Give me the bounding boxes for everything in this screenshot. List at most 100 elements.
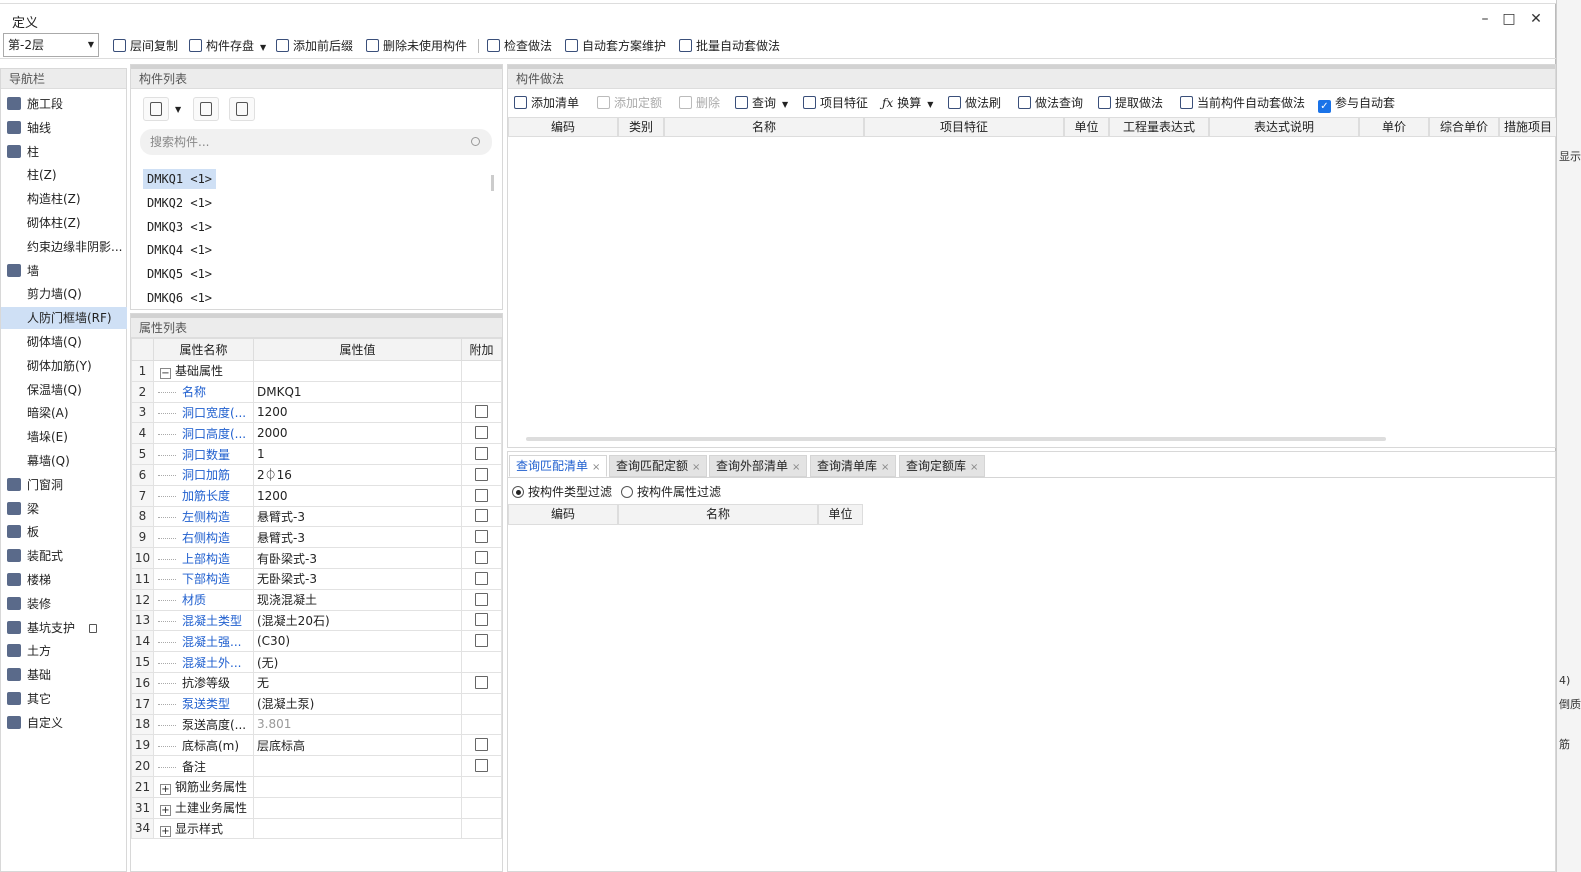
nav-item[interactable]: 自定义 <box>1 712 127 734</box>
collapse-icon[interactable]: − <box>160 368 171 380</box>
delete-component-button[interactable] <box>229 97 255 121</box>
add-bill-button[interactable]: 添加清单 <box>514 93 579 113</box>
extra-checkbox[interactable] <box>475 675 488 689</box>
property-group[interactable]: + 土建业务属性 <box>153 796 254 819</box>
method-column-header[interactable]: 工程量表达式 <box>1109 117 1209 137</box>
component-item[interactable]: DMKQ5 <1> <box>143 264 216 284</box>
method-column-header[interactable]: 项目特征 <box>864 117 1064 137</box>
property-value[interactable]: DMKQ1 <box>253 380 462 403</box>
query-column-header[interactable]: 单位 <box>818 504 863 525</box>
extra-checkbox[interactable] <box>475 488 488 502</box>
method-column-header[interactable]: 单位 <box>1064 117 1109 137</box>
property-value[interactable]: (混凝土泵) <box>253 692 462 715</box>
close-tab-icon[interactable]: × <box>970 462 978 473</box>
nav-item[interactable]: 板 <box>1 521 127 543</box>
floor-select[interactable]: 第-2层 ▼ <box>3 33 99 57</box>
extra-checkbox[interactable] <box>475 571 488 585</box>
query-tab[interactable]: 查询匹配清单 × <box>509 455 608 477</box>
nav-item[interactable]: 梁 <box>1 498 127 520</box>
nav-item[interactable]: 装修 <box>1 593 127 615</box>
batch-auto-method-button[interactable]: 批量自动套做法 <box>679 37 780 55</box>
method-column-header[interactable]: 类别 <box>618 117 664 137</box>
check-method-button[interactable]: 检查做法 <box>487 37 552 55</box>
close-button[interactable]: ✕ <box>1527 10 1545 28</box>
expand-icon[interactable]: + <box>160 825 171 837</box>
filter-by-type-radio[interactable]: 按构件类型过滤 <box>512 483 612 500</box>
nav-item[interactable]: 装配式 <box>1 545 127 567</box>
expand-icon[interactable]: + <box>160 805 171 817</box>
property-group[interactable]: + 钢筋业务属性 <box>153 775 254 798</box>
copy-component-button[interactable] <box>193 97 219 121</box>
property-value[interactable] <box>253 817 462 840</box>
nav-item[interactable]: 砌体墙(Q) <box>1 331 127 353</box>
method-column-header[interactable]: 表达式说明 <box>1209 117 1359 137</box>
nav-item[interactable]: 基坑支护 <box>1 617 127 639</box>
extra-checkbox[interactable] <box>475 759 488 773</box>
nav-item[interactable]: 墙垛(E) <box>1 426 127 448</box>
close-tab-icon[interactable]: × <box>881 462 889 473</box>
property-value[interactable]: 2000 <box>253 422 462 445</box>
nav-item[interactable]: 剪力墙(Q) <box>1 283 127 305</box>
extra-checkbox[interactable] <box>475 613 488 627</box>
property-value[interactable] <box>253 360 462 382</box>
convert-button[interactable]: ƒx 换算 ▼ <box>882 93 933 113</box>
method-column-header[interactable]: 单价 <box>1359 117 1429 137</box>
extra-checkbox[interactable] <box>475 467 488 481</box>
query-button[interactable]: 查询 ▼ <box>735 93 788 113</box>
search-icon[interactable] <box>471 137 480 146</box>
query-column-header[interactable]: 编码 <box>508 504 618 525</box>
scrollbar[interactable] <box>491 175 494 191</box>
save-component-button[interactable]: 构件存盘 ▼ <box>189 37 266 55</box>
add-prefix-suffix-button[interactable]: 添加前后缀 <box>276 37 353 55</box>
property-value[interactable]: 2⏀16 <box>253 463 462 486</box>
extra-checkbox[interactable] <box>475 530 488 544</box>
component-item[interactable]: DMKQ1 <1> <box>143 169 217 189</box>
property-value[interactable]: 现浇混凝土 <box>253 588 462 611</box>
auto-match-checkbox[interactable]: ✓ 参与自动套 <box>1318 93 1395 113</box>
method-query-button[interactable]: 做法查询 <box>1018 93 1083 113</box>
nav-item[interactable]: 约束边缘非阴影... <box>1 236 127 258</box>
new-component-button[interactable] <box>143 97 169 121</box>
extra-checkbox[interactable] <box>475 551 488 565</box>
method-column-header[interactable]: 措施项目 <box>1499 117 1557 137</box>
delete-button[interactable]: 删除 <box>679 93 720 113</box>
property-value[interactable]: 1200 <box>253 401 462 424</box>
method-column-header[interactable]: 编码 <box>508 117 618 137</box>
query-tab[interactable]: 查询清单库 × <box>810 455 897 477</box>
nav-item[interactable]: 轴线 <box>1 117 127 139</box>
property-value[interactable]: (C30) <box>253 630 462 653</box>
extra-checkbox[interactable] <box>475 592 488 606</box>
nav-item[interactable]: 幕墙(Q) <box>1 450 127 472</box>
nav-item[interactable]: 砌体柱(Z) <box>1 212 127 234</box>
component-item[interactable]: DMKQ3 <1> <box>143 217 216 237</box>
extra-checkbox[interactable] <box>475 509 488 523</box>
method-column-header[interactable]: 综合单价 <box>1429 117 1499 137</box>
property-value[interactable]: 1200 <box>253 484 462 507</box>
property-value[interactable]: (混凝土20石) <box>253 609 462 632</box>
component-item[interactable]: DMKQ2 <1> <box>143 193 216 213</box>
extra-checkbox[interactable] <box>475 447 488 461</box>
property-group[interactable]: − 基础属性 <box>153 360 254 382</box>
property-value[interactable]: 悬臂式-3 <box>253 505 462 528</box>
property-value[interactable]: (无) <box>253 651 462 673</box>
property-group[interactable]: + 显示样式 <box>153 817 254 840</box>
query-tab[interactable]: 查询外部清单 × <box>709 455 808 477</box>
nav-item[interactable]: 保温墙(Q) <box>1 379 127 401</box>
close-tab-icon[interactable]: × <box>592 462 600 473</box>
copy-between-floors-button[interactable]: 层间复制 <box>113 37 178 55</box>
property-value[interactable]: 悬臂式-3 <box>253 526 462 549</box>
extra-checkbox[interactable] <box>475 405 488 419</box>
nav-item[interactable]: 暗梁(A) <box>1 402 127 424</box>
component-search-input[interactable]: 搜索构件... <box>140 129 492 155</box>
property-value[interactable]: 无 <box>253 671 462 694</box>
property-value[interactable]: 1 <box>253 443 462 465</box>
nav-item[interactable]: 砌体加筋(Y) <box>1 355 127 377</box>
nav-item[interactable]: 构造柱(Z) <box>1 188 127 210</box>
nav-item[interactable]: 柱 <box>1 141 127 163</box>
extract-method-button[interactable]: 提取做法 <box>1098 93 1163 113</box>
expand-icon[interactable]: + <box>160 784 171 796</box>
add-quota-button[interactable]: 添加定额 <box>597 93 662 113</box>
extra-checkbox[interactable] <box>475 634 488 648</box>
nav-item[interactable]: 施工段 <box>1 93 127 115</box>
nav-item[interactable]: 人防门框墙(RF) <box>1 307 127 330</box>
